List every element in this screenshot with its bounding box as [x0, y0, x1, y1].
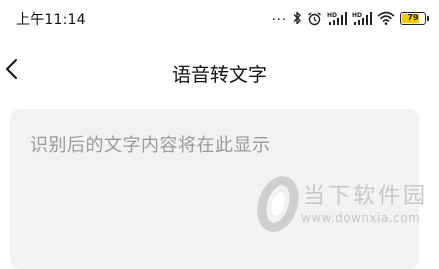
watermark: 当下软件园 www.downxia.com [255, 170, 435, 240]
wifi-icon [377, 11, 395, 25]
status-icons: ... HD HD 79 [272, 8, 429, 28]
hd-signal-icon: HD [327, 11, 347, 25]
nav-bar: 语音转文字 [0, 46, 439, 94]
battery-icon: 79 [400, 11, 426, 25]
watermark-url: www.downxia.com [301, 211, 421, 225]
svg-text:HD: HD [327, 12, 337, 19]
alarm-icon [308, 11, 321, 25]
page-title: 语音转文字 [171, 64, 267, 86]
watermark-logo-icon [257, 176, 299, 232]
status-time: 上午11:14 [16, 12, 86, 28]
hd-signal-icon: HD [352, 11, 372, 25]
recognized-text-placeholder: 识别后的文字内容将在此显示 [30, 135, 271, 156]
battery-level: 79 [407, 13, 419, 22]
watermark-name: 当下软件园 [303, 184, 429, 209]
status-bar: 上午11:14 ... HD HD 79 [0, 0, 439, 36]
svg-text:HD: HD [352, 12, 362, 19]
bluetooth-icon [293, 11, 301, 25]
battery-tip [427, 15, 429, 21]
more-dots-icon: ... [271, 8, 287, 24]
